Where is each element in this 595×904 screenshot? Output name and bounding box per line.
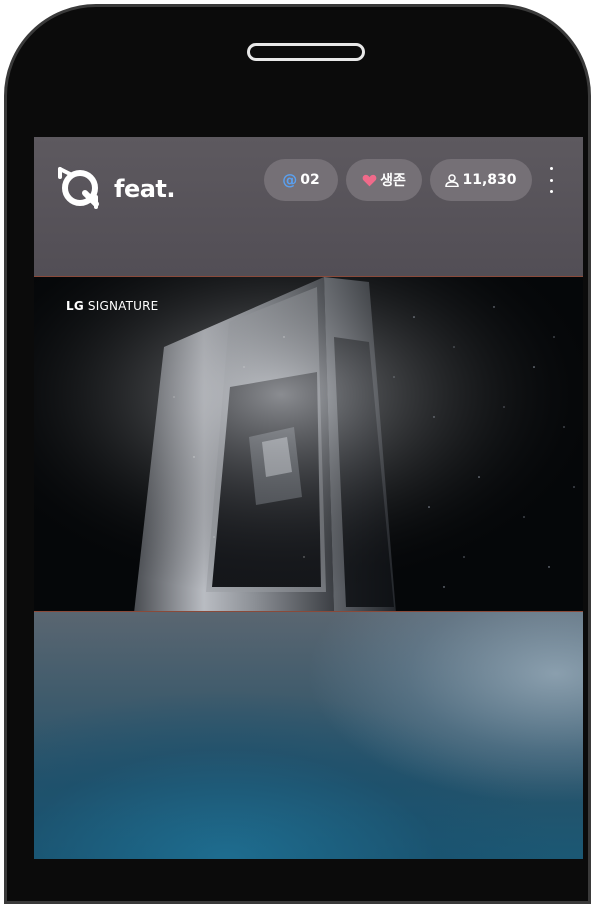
app-logo[interactable]: feat. bbox=[52, 157, 176, 217]
background-panel bbox=[34, 612, 583, 859]
video-player[interactable]: LG SIGNATURE bbox=[34, 276, 583, 612]
mention-badge-button[interactable]: @ 02 bbox=[264, 159, 338, 201]
phone-frame: feat. @ 02 생존 11,830 LG SIGNATURE bbox=[4, 4, 591, 904]
live-label: 생존 bbox=[380, 173, 406, 189]
at-icon: @ bbox=[282, 171, 298, 189]
heart-icon bbox=[362, 174, 377, 187]
app-screen: feat. @ 02 생존 11,830 LG SIGNATURE bbox=[34, 137, 583, 859]
brand-suffix: SIGNATURE bbox=[87, 299, 159, 313]
brand-label: LG SIGNATURE bbox=[66, 299, 158, 313]
logo-text: feat. bbox=[114, 175, 176, 203]
refrigerator-ad-image bbox=[34, 277, 583, 611]
more-vertical-icon[interactable] bbox=[546, 167, 556, 193]
phone-speaker bbox=[247, 43, 365, 61]
brand-prefix: LG bbox=[66, 299, 84, 313]
top-bar: feat. @ 02 생존 11,830 bbox=[34, 137, 583, 276]
person-icon bbox=[445, 173, 460, 187]
viewer-count-button[interactable]: 11,830 bbox=[430, 159, 532, 201]
viewer-count: 11,830 bbox=[462, 172, 517, 188]
live-status-button[interactable]: 생존 bbox=[346, 159, 422, 201]
q-logo-icon bbox=[58, 167, 99, 209]
mention-count: 02 bbox=[300, 172, 320, 188]
